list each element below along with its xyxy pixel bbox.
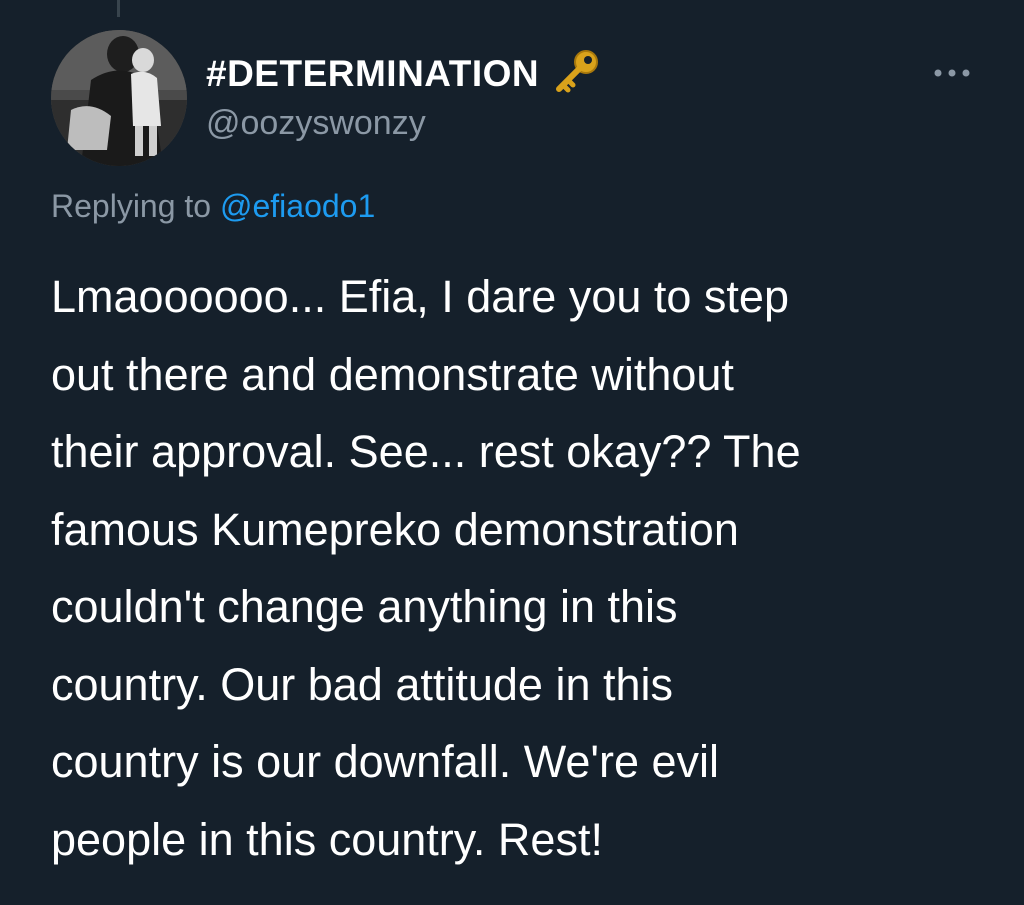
thread-connector-line — [117, 0, 120, 17]
author-handle[interactable]: @oozyswonzy — [206, 104, 426, 143]
avatar[interactable] — [51, 30, 187, 166]
author-name-row[interactable]: #DETERMINATION — [206, 48, 601, 100]
tweet-text-line: couldn't change anything in this — [51, 581, 678, 632]
replying-to-label: Replying to — [51, 188, 220, 224]
replying-to: Replying to @efiaodo1 — [51, 188, 375, 225]
reply-mention-link[interactable]: @efiaodo1 — [220, 188, 375, 224]
more-options-button[interactable] — [928, 58, 976, 88]
tweet-text-line: people in this country. Rest! — [51, 813, 603, 865]
tweet-text-line: country is our downfall. We're evil — [51, 736, 720, 787]
avatar-photo — [51, 30, 187, 166]
tweet-text-line: famous Kumepreko demonstration — [51, 503, 739, 555]
tweet-text-line: Lmaoooooo... Efia, I dare you to step — [51, 271, 789, 322]
author-display-name[interactable]: #DETERMINATION — [206, 53, 539, 95]
tweet-text-line: out there and demonstrate without — [51, 348, 734, 400]
tweet-text-line: their approval. See... rest okay?? The — [51, 426, 801, 477]
tweet-text-line: country. Our bad attitude in this — [51, 658, 674, 710]
key-icon — [549, 48, 601, 100]
tweet-text: Lmaoooooo... Efia, I dare you to step ou… — [51, 258, 991, 878]
more-dots-icon — [934, 69, 970, 77]
